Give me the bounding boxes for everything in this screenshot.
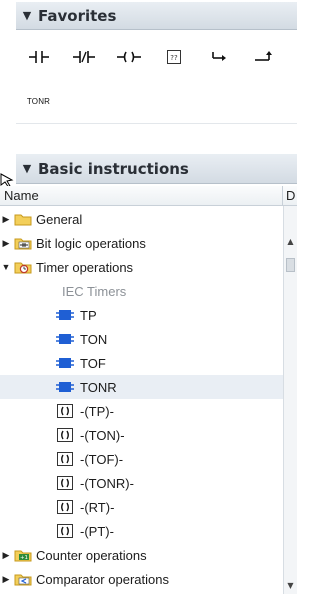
- tree-item-tp[interactable]: TP: [0, 303, 283, 327]
- empty-box-icon: ??: [166, 50, 181, 64]
- expand-arrow-icon[interactable]: ▶: [1, 550, 11, 561]
- favorites-toolbar-row-2: TONR: [16, 80, 297, 124]
- comparator-icon: [14, 571, 32, 587]
- block-icon: [56, 331, 74, 347]
- tree-item-general[interactable]: ▶ General: [0, 207, 283, 231]
- coil-instr-icon: [56, 403, 74, 419]
- mouse-cursor-icon: [0, 173, 14, 187]
- favorites-header[interactable]: ▼ Favorites: [16, 2, 297, 30]
- tree-item-label: -(PT)-: [80, 523, 114, 539]
- tree-item-label: TON: [80, 331, 108, 347]
- expand-arrow-icon[interactable]: ▶: [1, 238, 11, 249]
- tree-item-tof[interactable]: TOF: [0, 351, 283, 375]
- nc-contact-icon: [72, 51, 95, 63]
- coil-instr-icon: [56, 499, 74, 515]
- tonr-favorite-label: TONR: [26, 97, 51, 106]
- tree-item-label: Comparator operations: [36, 571, 169, 587]
- tree-item-ton-coil[interactable]: -(TON)-: [0, 423, 283, 447]
- open-branch-button[interactable]: [196, 42, 241, 72]
- scroll-up-icon[interactable]: ▲: [284, 234, 297, 248]
- no-contact-icon: [28, 51, 49, 63]
- block-icon: [56, 307, 74, 323]
- basic-instructions-header[interactable]: ▼ Basic instructions: [16, 154, 297, 184]
- close-branch-icon: [254, 51, 272, 61]
- tree-item-iec-timers: IEC Timers: [0, 279, 283, 303]
- open-branch-icon: [211, 52, 226, 61]
- block-icon: [56, 355, 74, 371]
- vertical-scrollbar[interactable]: ▲ ▼: [283, 206, 297, 594]
- tree-item-tonr-coil[interactable]: -(TONR)-: [0, 471, 283, 495]
- scroll-thumb[interactable]: [286, 258, 295, 272]
- tonr-favorite-button[interactable]: TONR: [16, 87, 61, 117]
- basic-instructions-title: Basic instructions: [38, 159, 189, 178]
- tree-item-label: General: [36, 211, 83, 227]
- tree-item-label: TOF: [80, 355, 106, 371]
- coil-instr-icon: [56, 523, 74, 539]
- name-column-header[interactable]: Name: [4, 188, 39, 203]
- tree-item-timer-operations[interactable]: ▼ Timer operations: [0, 255, 283, 279]
- chevron-down-icon[interactable]: ▼: [16, 162, 38, 175]
- tree-item-rt-coil[interactable]: -(RT)-: [0, 495, 283, 519]
- collapse-arrow-icon[interactable]: ▼: [1, 262, 11, 272]
- favorites-title: Favorites: [38, 6, 117, 25]
- tree-item-label: Bit logic operations: [36, 235, 146, 251]
- favorites-toolbar: ??: [16, 34, 297, 80]
- tree-item-tp-coil[interactable]: -(TP)-: [0, 399, 283, 423]
- tree-item-label: -(TOF)-: [80, 451, 124, 467]
- bit-logic-icon: [14, 235, 32, 251]
- timer-icon: [14, 259, 32, 275]
- tree-item-label: -(TONR)-: [80, 475, 134, 491]
- svg-text:??: ??: [170, 54, 178, 62]
- coil-instr-icon: [56, 475, 74, 491]
- nc-contact-button[interactable]: [61, 42, 106, 72]
- tree-item-label: TONR: [80, 379, 117, 395]
- column-divider[interactable]: [282, 186, 283, 206]
- coil-instr-icon: [56, 427, 74, 443]
- svg-text:+1: +1: [20, 555, 28, 561]
- tree-item-label: -(TP)-: [80, 403, 114, 419]
- tree-item-tonr[interactable]: TONR: [0, 375, 283, 399]
- scroll-down-icon[interactable]: ▼: [284, 578, 297, 592]
- tree-item-label: Counter operations: [36, 547, 147, 563]
- no-contact-button[interactable]: [16, 42, 61, 72]
- tree-item-bit-logic[interactable]: ▶ Bit logic operations: [0, 231, 283, 255]
- tree-item-pt-coil[interactable]: -(PT)-: [0, 519, 283, 543]
- expand-arrow-icon[interactable]: ▶: [1, 214, 11, 225]
- expand-arrow-icon[interactable]: ▶: [1, 574, 11, 585]
- tree-item-label: -(TON)-: [80, 427, 125, 443]
- tree-item-label: -(RT)-: [80, 499, 115, 515]
- folder-icon: [14, 211, 32, 227]
- tree-item-counter-operations[interactable]: ▶ +1 Counter operations: [0, 543, 283, 567]
- tree-item-label: TP: [80, 307, 97, 323]
- coil-instr-icon: [56, 451, 74, 467]
- tree-item-ton[interactable]: TON: [0, 327, 283, 351]
- tree-item-comparator-operations[interactable]: ▶ Comparator operations: [0, 567, 283, 591]
- tree-item-label: Timer operations: [36, 259, 134, 275]
- coil-icon: [116, 51, 141, 63]
- tree-group-label: IEC Timers: [62, 283, 127, 299]
- counter-icon: +1: [14, 547, 32, 563]
- description-column-header[interactable]: D: [286, 188, 295, 203]
- coil-button[interactable]: [106, 42, 151, 72]
- block-icon: [56, 379, 74, 395]
- instruction-tree: ▶ General ▶ Bit logic operations ▼ Timer…: [0, 206, 283, 594]
- tree-item-tof-coil[interactable]: -(TOF)-: [0, 447, 283, 471]
- chevron-down-icon[interactable]: ▼: [16, 9, 38, 22]
- empty-box-button[interactable]: ??: [151, 42, 196, 72]
- close-branch-button[interactable]: [241, 42, 286, 72]
- column-header: Name D: [0, 186, 297, 206]
